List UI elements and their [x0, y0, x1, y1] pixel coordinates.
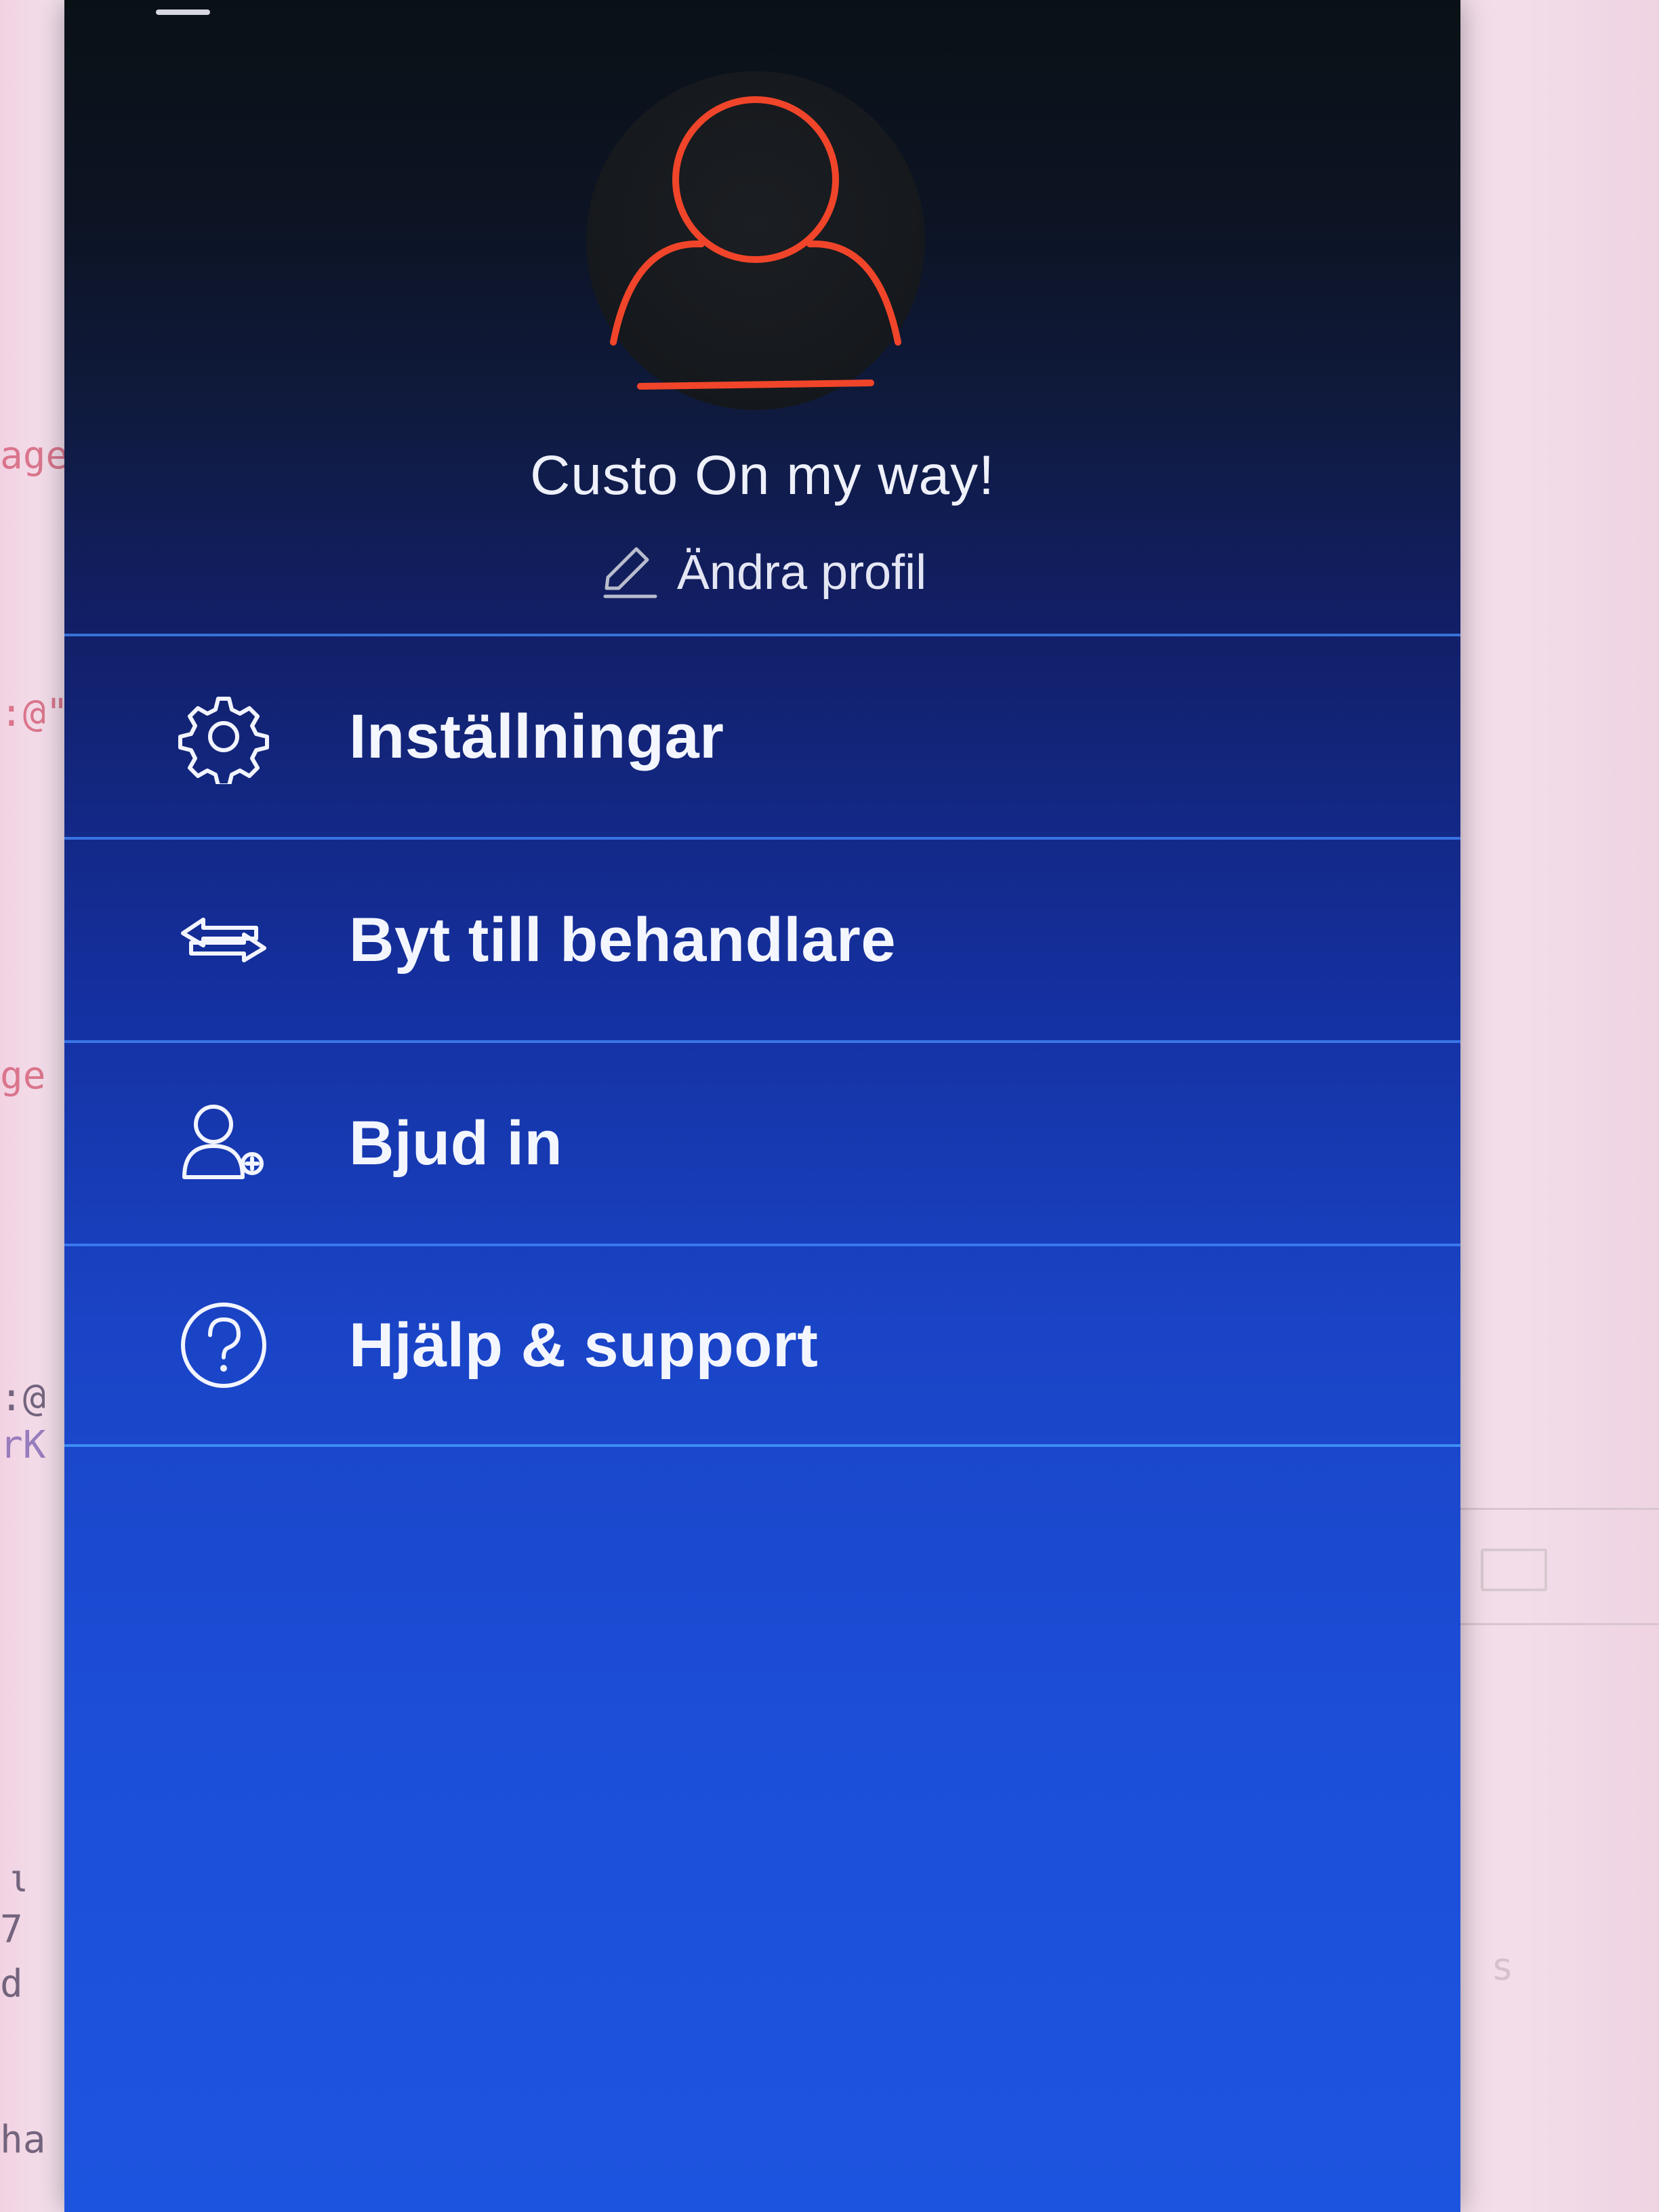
add-user-icon: [176, 1096, 271, 1191]
drawer-menu: Inställningar Byt till behandlare Bjud i…: [64, 634, 1460, 1447]
background-text-fragment: ge: [0, 1054, 46, 1098]
user-profile-icon: [610, 96, 901, 390]
menu-item-settings[interactable]: Inställningar: [64, 634, 1460, 837]
background-text-fragment: age: [0, 434, 69, 478]
background-divider: [1443, 1623, 1659, 1625]
background-divider: [1443, 1508, 1659, 1510]
menu-item-help[interactable]: Hjälp & support: [64, 1244, 1460, 1447]
menu-item-help-label: Hjälp & support: [349, 1310, 819, 1380]
background-text-fragment: d: [0, 1962, 23, 2006]
profile-name: Custo On my way!: [530, 445, 995, 506]
background-text-fragment: :@: [0, 1376, 46, 1420]
pencil-icon: [603, 547, 657, 598]
background-text-fragment: 7: [0, 1908, 23, 1952]
background-box: [1481, 1549, 1547, 1591]
gear-icon: [176, 689, 271, 784]
menu-item-settings-label: Inställningar: [349, 701, 724, 771]
background-text-fragment: ι: [7, 1857, 30, 1901]
background-text-fragment: s: [1491, 1945, 1514, 1989]
navigation-drawer: Custo On my way! Ändra profil Inställnin…: [64, 0, 1460, 2212]
background-text-fragment: ha: [0, 2118, 46, 2162]
menu-item-switch-role-label: Byt till behandlare: [349, 905, 896, 975]
help-circle-icon: [176, 1298, 271, 1393]
edit-profile-label: Ändra profil: [676, 546, 927, 600]
menu-item-invite[interactable]: Bjud in: [64, 1040, 1460, 1244]
menu-item-invite-label: Bjud in: [349, 1108, 563, 1178]
avatar[interactable]: [586, 71, 925, 410]
background-text-fragment: rK: [0, 1423, 46, 1467]
profile-header: Custo On my way! Ändra profil: [64, 0, 1460, 634]
background-text-fragment: :@": [0, 691, 69, 735]
edit-profile-button[interactable]: Ändra profil: [64, 542, 1460, 603]
menu-item-switch-role[interactable]: Byt till behandlare: [64, 837, 1460, 1040]
swap-arrows-icon: [176, 893, 271, 987]
